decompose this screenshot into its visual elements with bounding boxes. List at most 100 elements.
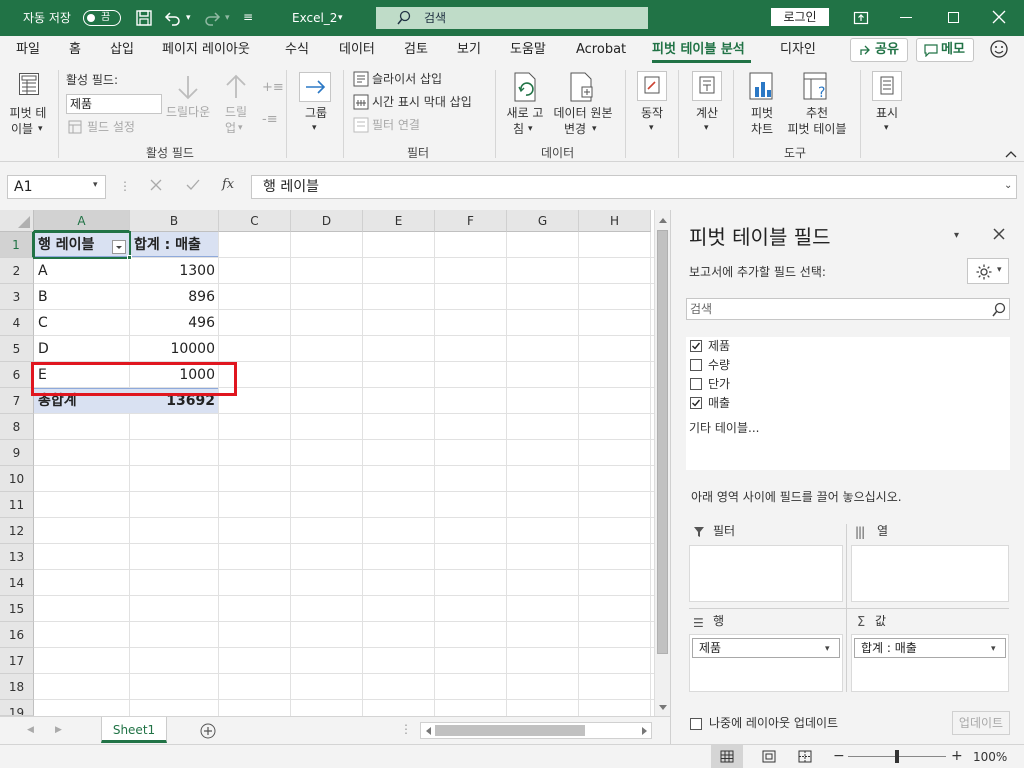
field-item-product[interactable]: 제품: [686, 337, 1010, 356]
insert-slicer-button[interactable]: 슬라이서 삽입: [372, 72, 442, 87]
recommended-pivottables-button[interactable]: ? 추천 피벗 테이블: [783, 68, 851, 140]
field-item-sales[interactable]: 매출: [686, 394, 1010, 413]
scroll-down-icon[interactable]: [658, 704, 668, 712]
minimize-icon[interactable]: [900, 17, 912, 18]
tab-formulas[interactable]: 수식: [285, 42, 309, 58]
name-box-dropdown-icon[interactable]: ▾: [93, 180, 98, 190]
pivot-row-value[interactable]: 896: [130, 284, 219, 310]
vertical-scroll-thumb[interactable]: [657, 230, 668, 654]
zoom-out-icon[interactable]: −: [833, 748, 845, 764]
comments-button[interactable]: 메모: [916, 38, 974, 62]
undo-dropdown-icon[interactable]: ▾: [186, 10, 191, 26]
checkbox-checked-icon[interactable]: [690, 397, 702, 409]
row-header[interactable]: 19: [0, 700, 34, 716]
zoom-level[interactable]: 100%: [973, 749, 1007, 765]
name-box[interactable]: A1 ▾: [7, 175, 106, 199]
scroll-left-icon[interactable]: [424, 726, 432, 736]
horizontal-scroll-thumb[interactable]: [435, 725, 585, 736]
maximize-icon[interactable]: [948, 12, 959, 23]
row-header[interactable]: 12: [0, 518, 34, 544]
row-header[interactable]: 16: [0, 622, 34, 648]
pivot-row-value[interactable]: 1300: [130, 258, 219, 284]
column-header-c[interactable]: C: [219, 210, 291, 232]
page-layout-view-icon[interactable]: [762, 750, 776, 763]
values-field-item[interactable]: 합계 : 매출 ▾: [854, 638, 1006, 658]
field-item-unit-price[interactable]: 단가: [686, 375, 1010, 394]
tab-help[interactable]: 도움말: [510, 42, 546, 58]
more-tables-link[interactable]: 기타 테이블...: [689, 421, 759, 436]
column-header-b[interactable]: B: [130, 210, 219, 232]
row-header[interactable]: 10: [0, 466, 34, 492]
row-header[interactable]: 6: [0, 362, 34, 388]
defer-update-checkbox[interactable]: [690, 718, 702, 730]
tab-file[interactable]: 파일: [16, 42, 40, 58]
scroll-up-icon[interactable]: [658, 216, 668, 224]
normal-view-button[interactable]: [711, 745, 743, 768]
tab-home[interactable]: 홈: [69, 42, 81, 58]
actions-button[interactable]: 동작 ▾: [633, 68, 671, 140]
row-header[interactable]: 8: [0, 414, 34, 440]
tab-page-layout[interactable]: 페이지 레이아웃: [162, 42, 250, 58]
add-sheet-icon[interactable]: [200, 723, 216, 739]
row-header[interactable]: 5: [0, 336, 34, 362]
pane-options-dropdown-icon[interactable]: ▾: [954, 230, 959, 241]
title-search-box[interactable]: 검색: [376, 7, 648, 29]
login-button[interactable]: 로그인: [771, 8, 829, 26]
refresh-button[interactable]: 새로 고 침 ▾: [502, 68, 548, 140]
feedback-smiley-icon[interactable]: [989, 39, 1009, 59]
row-header[interactable]: 4: [0, 310, 34, 336]
column-header-e[interactable]: E: [363, 210, 435, 232]
cancel-icon[interactable]: [150, 179, 162, 191]
field-item-quantity[interactable]: 수량: [686, 356, 1010, 375]
row-header[interactable]: 7: [0, 388, 34, 414]
row-header[interactable]: 1: [0, 232, 34, 258]
tab-review[interactable]: 검토: [404, 42, 428, 58]
show-button[interactable]: 표시 ▾: [868, 68, 906, 140]
column-header-d[interactable]: D: [291, 210, 363, 232]
scroll-right-icon[interactable]: [641, 726, 649, 736]
change-data-source-button[interactable]: 데이터 원본 변경 ▾: [550, 68, 616, 140]
expand-formula-icon[interactable]: ⌄: [1004, 180, 1012, 191]
zoom-in-icon[interactable]: +: [951, 748, 963, 764]
tab-split-grip-icon[interactable]: ⋮: [400, 722, 412, 736]
share-button[interactable]: 공유: [850, 38, 908, 62]
tab-acrobat[interactable]: Acrobat: [576, 42, 626, 58]
column-header-h[interactable]: H: [579, 210, 651, 232]
field-search-input[interactable]: 검색: [686, 298, 1010, 320]
column-header-g[interactable]: G: [507, 210, 579, 232]
row-header[interactable]: 15: [0, 596, 34, 622]
row-header[interactable]: 13: [0, 544, 34, 570]
pivot-row-label[interactable]: C: [34, 310, 130, 336]
customize-qat-icon[interactable]: ≡: [243, 9, 253, 25]
expand-field-icon[interactable]: +≡: [262, 80, 284, 95]
row-header[interactable]: 2: [0, 258, 34, 284]
values-drop-area[interactable]: 합계 : 매출 ▾: [851, 634, 1009, 692]
zoom-slider-thumb[interactable]: [895, 750, 899, 763]
rows-drop-area[interactable]: 제품 ▾: [689, 634, 843, 692]
checkbox-unchecked-icon[interactable]: [690, 378, 702, 390]
select-all-corner[interactable]: [0, 210, 34, 232]
worksheet-grid[interactable]: A B C D E F G H 1 2 3 4 5 6 7 8 9 10 11 …: [0, 210, 670, 716]
ribbon-display-icon[interactable]: [853, 10, 869, 26]
sheet-tab-sheet1[interactable]: Sheet1: [101, 717, 167, 743]
formula-input[interactable]: 행 레이블 ⌄: [251, 175, 1017, 199]
enter-icon[interactable]: [186, 179, 200, 191]
row-header[interactable]: 17: [0, 648, 34, 674]
redo-dropdown-icon[interactable]: ▾: [225, 10, 230, 26]
horizontal-scrollbar[interactable]: [420, 722, 652, 739]
columns-drop-area[interactable]: [851, 545, 1009, 602]
row-header[interactable]: 18: [0, 674, 34, 700]
undo-icon[interactable]: [164, 9, 182, 27]
drill-up-button[interactable]: 드릴: [225, 105, 247, 120]
tab-insert[interactable]: 삽입: [110, 42, 134, 58]
pivot-sum-header[interactable]: 합계 : 매출: [130, 232, 218, 258]
tab-view[interactable]: 보기: [457, 42, 481, 58]
calculations-button[interactable]: 계산 ▾: [688, 68, 726, 140]
active-field-input[interactable]: 제품: [66, 94, 162, 114]
tab-design[interactable]: 디자인: [780, 42, 816, 58]
close-icon[interactable]: [992, 10, 1006, 24]
layout-settings-button[interactable]: ▾: [967, 258, 1009, 284]
pivottable-button[interactable]: 피벗 테 이블 ▾: [6, 68, 50, 140]
tab-pivottable-analyze[interactable]: 피벗 테이블 분석: [652, 42, 745, 58]
row-header[interactable]: 9: [0, 440, 34, 466]
